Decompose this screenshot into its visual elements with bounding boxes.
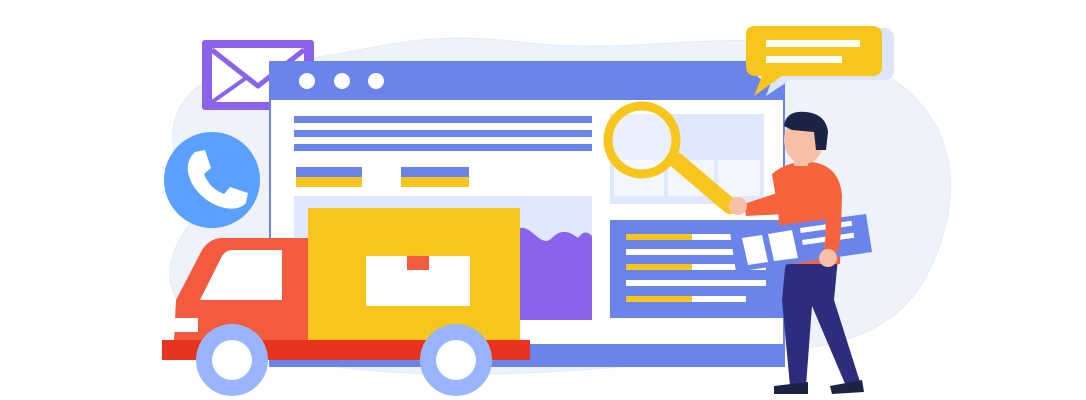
package-icon [366, 256, 470, 306]
text-line [294, 144, 592, 151]
window-dot-icon [299, 73, 315, 89]
text-line [294, 130, 592, 137]
grid-cell [718, 160, 760, 196]
phone-icon [164, 132, 260, 228]
window-dot-icon [334, 73, 350, 89]
list-bar [626, 280, 766, 286]
window-dot-icon [368, 73, 384, 89]
person-hand [729, 197, 747, 215]
tab-block [296, 177, 362, 187]
list-bar [626, 264, 692, 270]
list-bar [626, 234, 692, 240]
wheel-icon [196, 324, 268, 396]
truck-headlight [172, 318, 198, 332]
tab-block [401, 167, 469, 177]
area-chart-shape [516, 227, 592, 320]
text-line [294, 116, 592, 123]
illustration-stage [0, 0, 1086, 400]
tab-block [401, 177, 469, 187]
list-bar [626, 296, 692, 302]
wheel-icon [420, 324, 492, 396]
tab-block [296, 167, 362, 177]
delivery-tracking-illustration [162, 26, 952, 396]
person-hand [819, 249, 837, 267]
